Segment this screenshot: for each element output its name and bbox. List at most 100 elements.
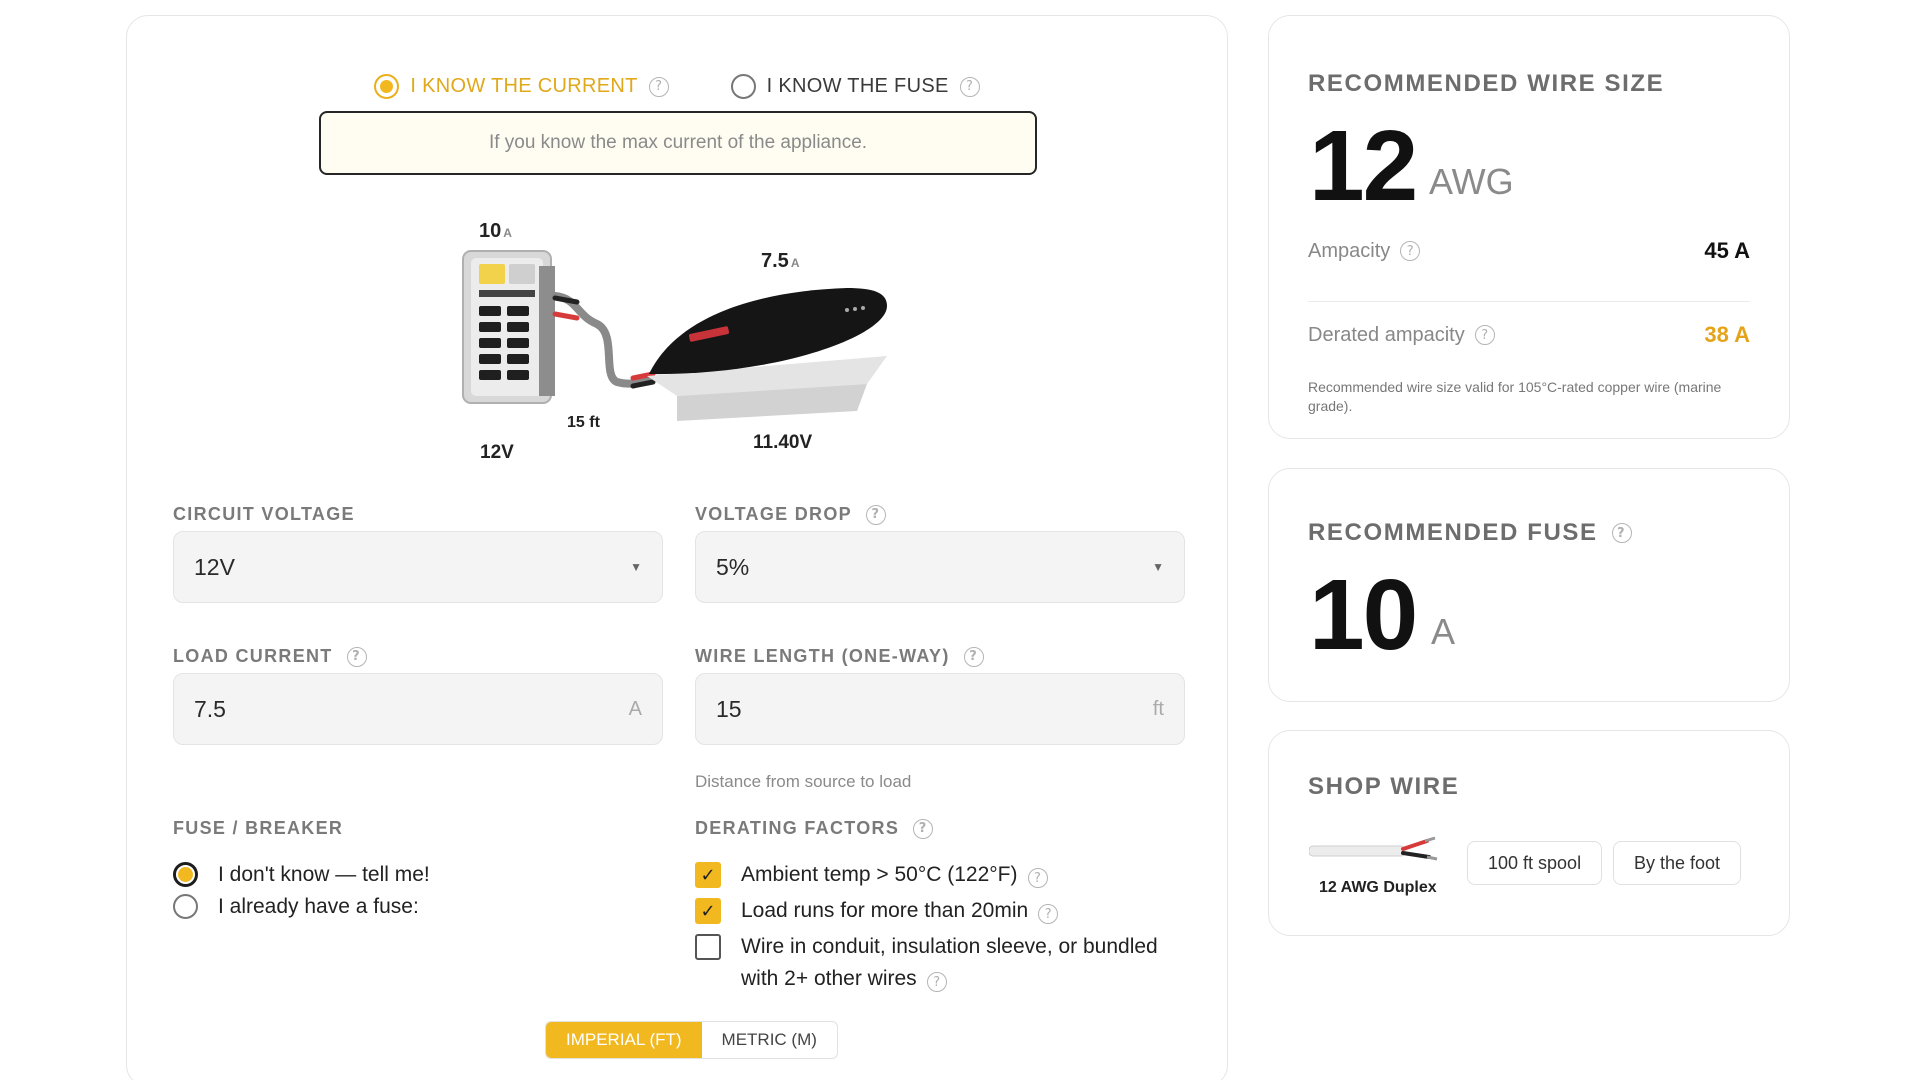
wire-size-card: RECOMMENDED WIRE SIZE 12 AWG Ampacity 45… xyxy=(1268,15,1790,439)
help-icon[interactable] xyxy=(959,76,980,97)
wire-size-note: Recommended wire size valid for 105°C-ra… xyxy=(1308,379,1722,414)
voltage-drop-label-text: VOLTAGE DROP xyxy=(695,504,852,524)
mode-current-label: I KNOW THE CURRENT xyxy=(410,75,638,97)
help-icon[interactable] xyxy=(865,504,886,525)
fuse-option-have-fuse[interactable]: I already have a fuse: xyxy=(173,891,430,923)
wire-icon xyxy=(551,292,656,389)
units-toggle: IMPERIAL (FT) METRIC (M) xyxy=(545,1021,838,1059)
fuse-breaker-options: I don't know — tell me! I already have a… xyxy=(173,859,430,923)
help-icon[interactable] xyxy=(926,972,947,993)
wire-length-field-label: WIRE LENGTH (ONE-WAY) xyxy=(695,646,984,667)
spool-button[interactable]: 100 ft spool xyxy=(1467,841,1603,885)
fuse-option-radio[interactable] xyxy=(173,894,198,919)
shop-wire-title-text: SHOP WIRE xyxy=(1308,773,1460,800)
shop-wire-card: SHOP WIRE 12 AWG Duplex 100 ft spool By … xyxy=(1268,730,1790,936)
by-the-foot-button[interactable]: By the foot xyxy=(1613,841,1742,885)
help-icon[interactable] xyxy=(1038,904,1059,925)
wire-cable-icon xyxy=(1309,836,1438,861)
derating-options: ✓ Ambient temp > 50°C (122°F) ✓ Load run… xyxy=(695,859,1165,995)
circuit-voltage-select[interactable]: 12V ▼ xyxy=(173,531,663,603)
mode-info-box: If you know the max current of the appli… xyxy=(319,111,1037,175)
help-icon[interactable] xyxy=(1027,868,1048,889)
help-icon[interactable] xyxy=(346,646,367,667)
circuit-voltage-label-text: CIRCUIT VOLTAGE xyxy=(173,504,355,524)
load-current-input[interactable]: 7.5 A xyxy=(173,673,663,745)
ampacity-value: 45 A xyxy=(1704,238,1750,263)
chevron-down-icon: ▼ xyxy=(1152,560,1164,574)
checkbox-checked[interactable]: ✓ xyxy=(695,898,721,924)
help-icon[interactable] xyxy=(1400,241,1421,261)
derating-bundled-text: Wire in conduit, insulation sleeve, or b… xyxy=(741,935,1158,990)
mode-selector: I KNOW THE CURRENT I KNOW THE FUSE xyxy=(127,74,1227,99)
wire-length-hint: Distance from source to load xyxy=(695,772,912,791)
chevron-down-icon: ▼ xyxy=(630,560,642,574)
wire-length-unit: ft xyxy=(1152,697,1164,720)
fuse-option-radio[interactable] xyxy=(173,862,198,887)
ampacity-label-text: Ampacity xyxy=(1308,239,1391,262)
help-icon[interactable] xyxy=(648,76,669,97)
mode-know-current[interactable]: I KNOW THE CURRENT xyxy=(374,74,669,99)
wire-length-input[interactable]: 15 ft xyxy=(695,673,1185,745)
help-icon[interactable] xyxy=(913,818,934,839)
mode-know-fuse[interactable]: I KNOW THE FUSE xyxy=(730,74,980,99)
derated-label-text: Derated ampacity xyxy=(1308,323,1465,346)
wire-size-value: 12 xyxy=(1309,110,1418,222)
shop-product-name: 12 AWG Duplex xyxy=(1319,879,1437,896)
divider xyxy=(1308,301,1750,302)
derating-factors-label: DERATING FACTORS xyxy=(695,818,934,839)
derated-ampacity-label: Derated ampacity xyxy=(1308,324,1495,347)
fuse-title-text: RECOMMENDED FUSE xyxy=(1308,519,1598,546)
fuse-value: 10 xyxy=(1309,559,1418,671)
source-voltage-label: 12V xyxy=(480,442,514,463)
derating-ambient-text: Ambient temp > 50°C (122°F) xyxy=(741,863,1018,886)
wire-length-value: 15 xyxy=(716,695,742,722)
derating-item-label: Load runs for more than 20min xyxy=(741,895,1059,927)
checkbox-checked[interactable]: ✓ xyxy=(695,862,721,888)
wire-size-title-text: RECOMMENDED WIRE SIZE xyxy=(1308,70,1665,97)
circuit-voltage-value: 12V xyxy=(194,553,235,580)
derated-ampacity-value: 38 A xyxy=(1704,322,1750,347)
load-current-field-label: LOAD CURRENT xyxy=(173,646,367,667)
fuse-unit: A xyxy=(1431,611,1456,652)
mode-fuse-label: I KNOW THE FUSE xyxy=(766,75,949,97)
load-voltage-label: 11.40V xyxy=(753,432,813,453)
mode-fuse-radio[interactable] xyxy=(730,74,756,99)
fuse-option-dont-know[interactable]: I don't know — tell me! xyxy=(173,859,430,891)
derating-ambient-temp[interactable]: ✓ Ambient temp > 50°C (122°F) xyxy=(695,859,1165,891)
load-current-value: 7.5 xyxy=(194,695,226,722)
fuse-option-label: I already have a fuse: xyxy=(218,895,419,918)
fuse-breaker-label: FUSE / BREAKER xyxy=(173,818,343,839)
mode-current-radio[interactable] xyxy=(374,74,400,99)
fuse-block-icon xyxy=(462,250,555,404)
fuse-card: RECOMMENDED FUSE 10 A xyxy=(1268,468,1790,702)
shop-wire-title: SHOP WIRE xyxy=(1308,773,1459,801)
derating-item-label: Ambient temp > 50°C (122°F) xyxy=(741,859,1048,891)
help-icon[interactable] xyxy=(1611,523,1632,543)
voltage-drop-select[interactable]: 5% ▼ xyxy=(695,531,1185,603)
load-current-unit: A xyxy=(628,697,642,720)
wire-size-title: RECOMMENDED WIRE SIZE xyxy=(1308,70,1664,98)
derating-long-load-text: Load runs for more than 20min xyxy=(741,899,1029,922)
source-current-label: 10 A xyxy=(479,220,512,242)
help-icon[interactable] xyxy=(963,646,984,667)
circuit-diagram: 10 A 7.5 A 12V 11.40V 15 ft xyxy=(427,206,947,486)
load-current-label: 7.5 A xyxy=(761,250,800,272)
calculator-card: I KNOW THE CURRENT I KNOW THE FUSE If yo… xyxy=(126,15,1228,1080)
derating-label-text: DERATING FACTORS xyxy=(695,818,900,838)
voltage-drop-value: 5% xyxy=(716,553,750,580)
derating-long-load[interactable]: ✓ Load runs for more than 20min xyxy=(695,895,1165,927)
ampacity-row: Ampacity 45 A xyxy=(1308,238,1750,264)
voltage-drop-label: VOLTAGE DROP xyxy=(695,504,886,525)
units-metric-button[interactable]: METRIC (M) xyxy=(702,1022,837,1058)
help-icon[interactable] xyxy=(1474,325,1495,345)
derating-bundled[interactable]: Wire in conduit, insulation sleeve, or b… xyxy=(695,931,1165,995)
circuit-voltage-label: CIRCUIT VOLTAGE xyxy=(173,504,355,525)
units-imperial-button[interactable]: IMPERIAL (FT) xyxy=(546,1022,702,1058)
checkbox-unchecked[interactable] xyxy=(695,934,721,960)
fuse-breaker-label-text: FUSE / BREAKER xyxy=(173,818,344,838)
wire-length-label-text: WIRE LENGTH (ONE-WAY) xyxy=(695,646,950,666)
fuse-title: RECOMMENDED FUSE xyxy=(1308,519,1632,547)
mode-info-text: If you know the max current of the appli… xyxy=(488,132,868,153)
ampacity-label: Ampacity xyxy=(1308,239,1421,263)
load-current-label-text: LOAD CURRENT xyxy=(173,646,333,666)
